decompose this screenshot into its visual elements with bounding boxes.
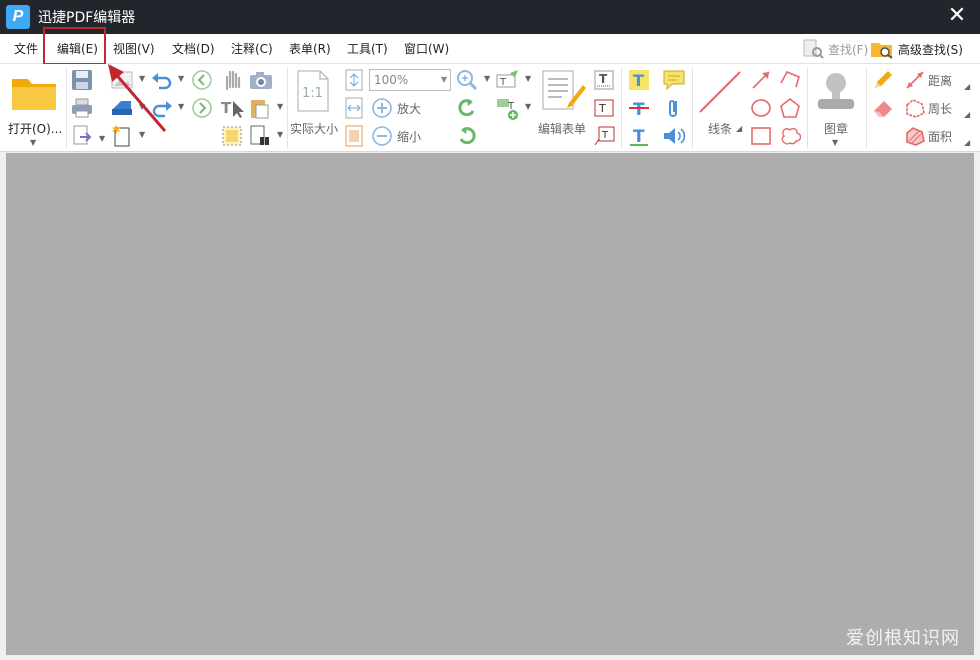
- annotation-arrow: [108, 64, 167, 132]
- watermark: 爱创根知识网: [846, 628, 960, 649]
